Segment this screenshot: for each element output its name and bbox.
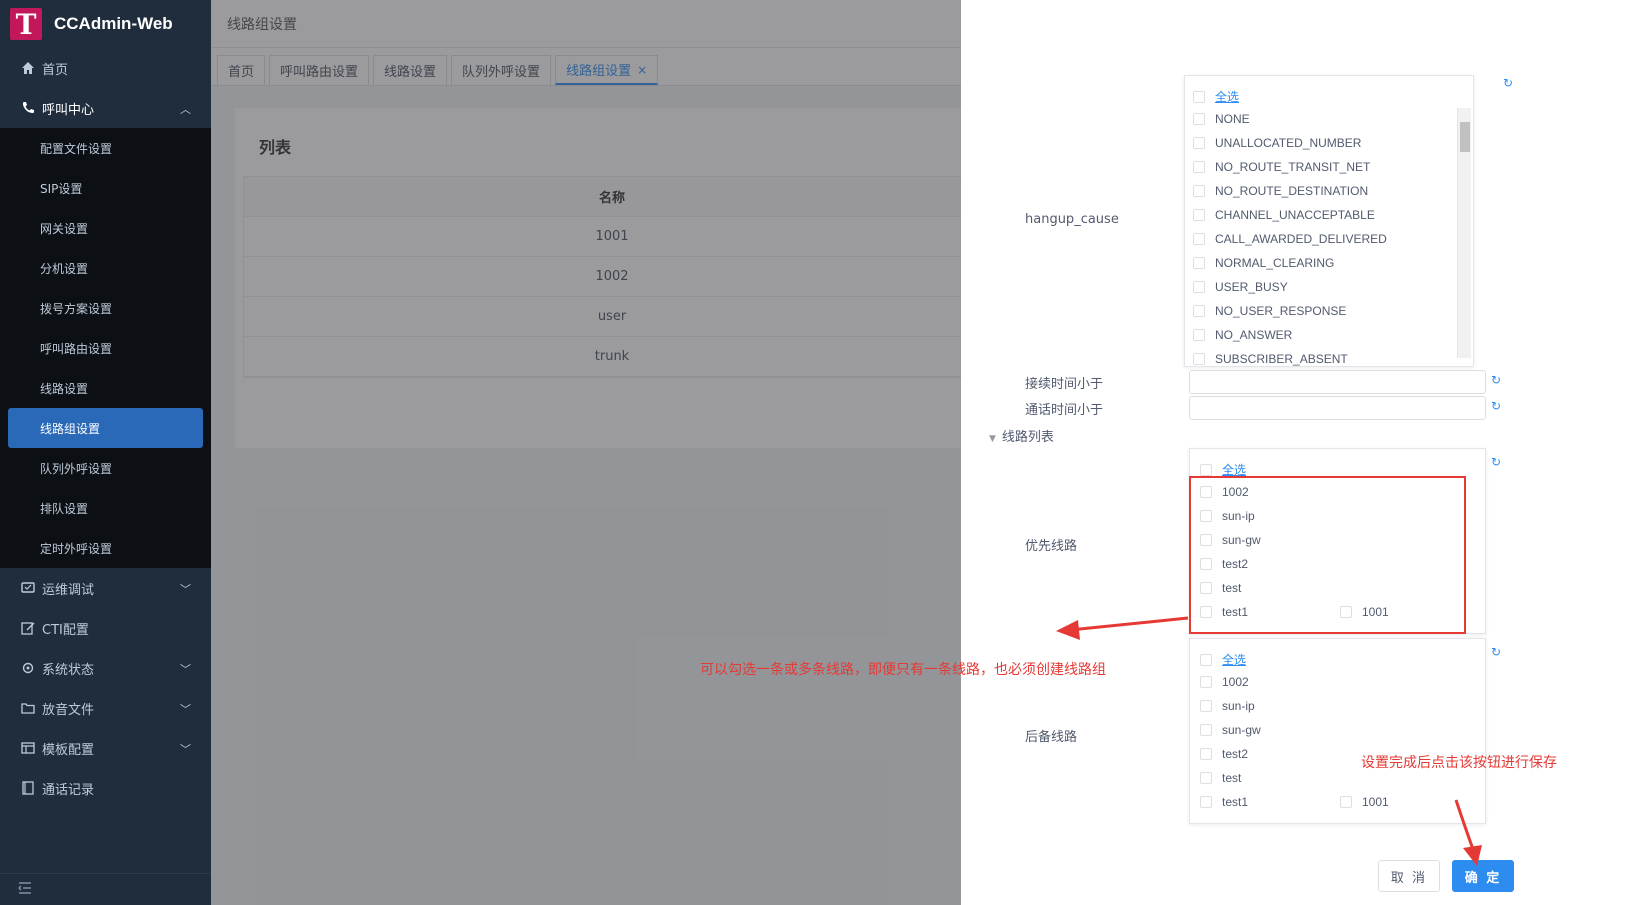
arrow-to-panel (1056, 616, 1189, 640)
annotation-arrows (1056, 616, 1482, 866)
arrow-to-ok-button (1454, 799, 1482, 866)
